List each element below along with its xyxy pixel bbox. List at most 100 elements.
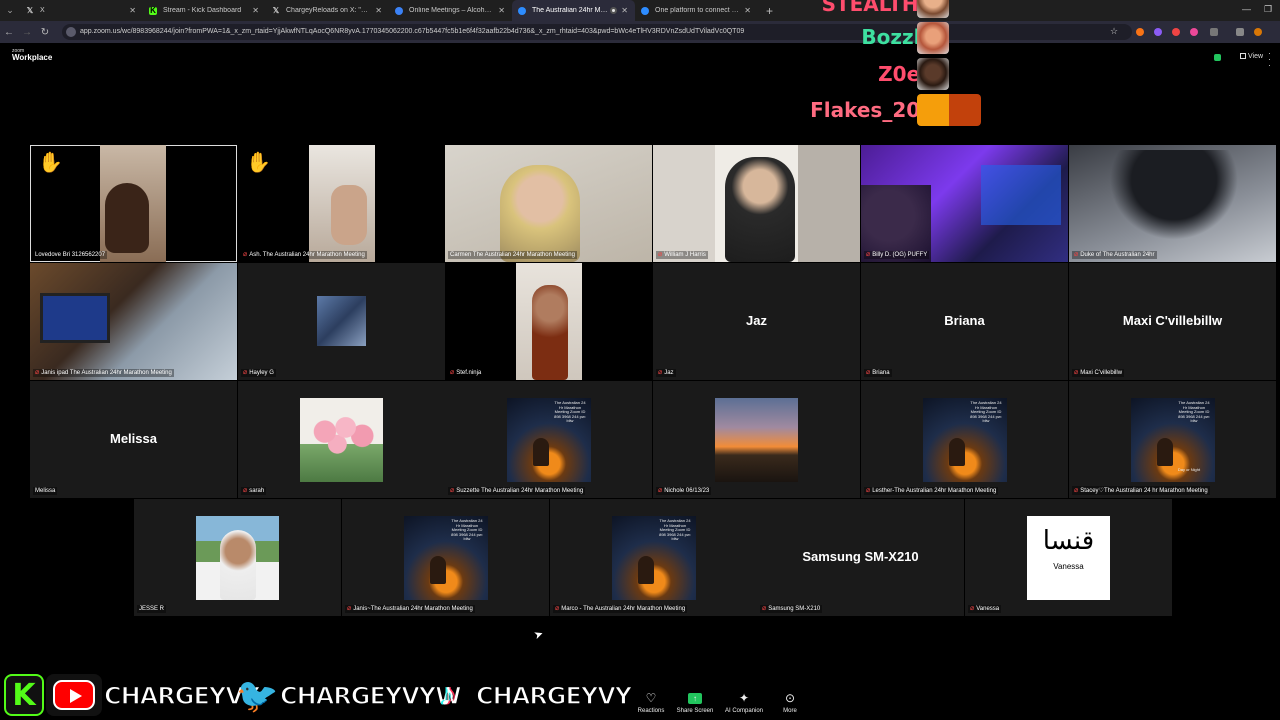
poster-text: The Australian 24 Hr Marathon Meeting Zo… <box>554 400 586 423</box>
participant-tile[interactable]: The Australian 24 Hr Marathon Meeting Zo… <box>861 381 1068 498</box>
participant-display-name: Samsung SM-X210 <box>802 549 919 564</box>
url-field[interactable]: app.zoom.us/wc/8983968244/join?fromPWA=1… <box>62 24 1132 40</box>
participant-tile[interactable]: ⌀ Nichole 06/13/23 <box>653 381 860 498</box>
browser-tab[interactable]: One platform to connect | Zoo ✕ <box>635 0 758 21</box>
participant-name: ⌀ Jaz <box>656 369 676 377</box>
back-icon[interactable]: ← <box>0 27 18 38</box>
chat-avatar <box>917 22 949 54</box>
muted-mic-icon: ⌀ <box>762 605 767 612</box>
more-button[interactable]: ⊙ More <box>767 692 813 715</box>
reactions-button[interactable]: ♡ Reactions <box>628 692 674 715</box>
participant-tile[interactable]: Samsung SM-X210 ⌀ Samsung SM-X210 <box>757 499 964 616</box>
extension-icon[interactable] <box>1172 28 1180 36</box>
meeting-poster-avatar: The Australian 24 Hr Marathon Meeting Zo… <box>1131 398 1215 482</box>
participant-tile[interactable]: Melissa Melissa <box>30 381 237 498</box>
participant-name: ⌀ Suzzette The Australian 24hr Marathon M… <box>448 487 586 495</box>
close-tab-icon[interactable]: ✕ <box>744 6 751 15</box>
participant-tile[interactable]: The Australian 24 Hr Marathon Meeting Zo… <box>1069 381 1276 498</box>
participant-name: ⌀ Briana <box>864 369 892 377</box>
raised-hand-icon: ✋ <box>38 152 63 174</box>
participant-name-text: Marco - The Australian 24hr Marathon Mee… <box>561 606 686 612</box>
participant-name-text: Vanessa <box>976 606 1000 612</box>
participant-tile[interactable]: The Australian 24 Hr Marathon Meeting Zo… <box>342 499 549 616</box>
participant-name: ⌀ Samsung SM-X210 <box>760 605 823 613</box>
participant-name-text: William J Harris <box>664 252 706 258</box>
youtube-logo-icon <box>46 674 102 716</box>
kick-logo-icon: K <box>4 674 44 716</box>
participant-tile[interactable]: ⌀ Billy D. (OG) PUFFY <box>861 145 1068 262</box>
tv-in-video <box>40 293 110 343</box>
participant-name: ⌀ Janis~The Australian 24hr Marathon Meet… <box>345 605 475 613</box>
background-window <box>981 165 1061 225</box>
muted-mic-icon: ⌀ <box>658 251 663 258</box>
participant-name: ⌀ Billy D. (OG) PUFFY <box>864 251 930 259</box>
bookmark-star-icon[interactable]: ☆ <box>1110 26 1118 36</box>
participant-name: ⌀ Ash. The Australian 24hr Marathon Meeti… <box>241 251 367 259</box>
participant-tile[interactable]: ⌀ Stef.ninja <box>445 263 652 380</box>
participant-tile[interactable]: The Australian 24 Hr Marathon Meeting Zo… <box>445 381 652 498</box>
close-tab-icon[interactable]: ✕ <box>252 6 259 15</box>
browser-tab[interactable]: 𝕏 X ✕ <box>20 0 143 21</box>
participant-face <box>220 530 256 600</box>
new-tab-icon[interactable]: + <box>766 4 773 18</box>
tab-title: One platform to connect | Zoo <box>655 7 739 14</box>
social-handle: CHARGEYVYW <box>279 681 462 711</box>
participant-tile[interactable]: ⌀ sarah <box>238 381 445 498</box>
extension-icon[interactable] <box>1154 28 1162 36</box>
recording-indicator-icon <box>610 7 617 14</box>
participant-tile[interactable]: قنسا Vanessa ⌀ Vanessa <box>965 499 1172 616</box>
browser-tab[interactable]: 𝕏 ChargeyReloads on X: "First Bu ✕ <box>266 0 389 21</box>
participant-tile[interactable]: ⌀ William J Harris <box>653 145 860 262</box>
restore-icon[interactable]: ❐ <box>1264 4 1272 15</box>
participant-tile[interactable]: Carmen The Australian 24hr Marathon Meet… <box>445 145 652 262</box>
participant-video <box>725 157 795 262</box>
more-options-icon[interactable]: · · · <box>1268 49 1271 70</box>
poster-text: The Australian 24 Hr Marathon Meeting Zo… <box>1178 400 1210 423</box>
download-icon[interactable] <box>1236 28 1244 36</box>
tab-search-chevron-icon[interactable]: ⌄ <box>0 0 20 21</box>
participant-tile[interactable]: JESSE R <box>134 499 341 616</box>
participant-tile[interactable]: ⌀ Hayley G <box>238 263 445 380</box>
meeting-poster-avatar: The Australian 24 Hr Marathon Meeting Zo… <box>612 516 696 600</box>
participant-tile[interactable]: ✋ ⌀ Ash. The Australian 24hr Marathon Mee… <box>238 145 445 262</box>
security-shield-icon[interactable] <box>1214 54 1221 61</box>
view-button[interactable]: View <box>1240 53 1263 60</box>
participant-tile[interactable]: The Australian 24 Hr Marathon Meeting Zo… <box>550 499 757 616</box>
participant-tile[interactable]: ✋ Lovedove Bri 3126562207 <box>30 145 237 262</box>
participant-tile[interactable]: ⌀ Duke of The Australian 24hr <box>1069 145 1276 262</box>
meeting-poster-avatar: The Australian 24 Hr Marathon Meeting Zo… <box>404 516 488 600</box>
muted-mic-icon: ⌀ <box>1074 486 1079 494</box>
close-tab-icon[interactable]: ✕ <box>498 6 505 15</box>
profile-avatar-icon[interactable] <box>1254 28 1262 36</box>
url-text: app.zoom.us/wc/8983968244/join?fromPWA=1… <box>80 28 745 35</box>
participant-tile[interactable]: ⌀ Janis ipad The Australian 24hr Marathon… <box>30 263 237 380</box>
tab-title: The Australian 24hr Marat <box>532 7 608 14</box>
share-screen-button[interactable]: ↑ Share Screen <box>672 692 718 714</box>
extension-icon[interactable] <box>1136 28 1144 36</box>
tab-title: Stream - Kick Dashboard <box>163 7 242 14</box>
muted-mic-icon: ⌀ <box>243 487 248 494</box>
ai-companion-button[interactable]: ✦ AI Companion <box>721 692 767 715</box>
participant-display-name: Jaz <box>746 313 767 328</box>
browser-tab[interactable]: Online Meetings – Alcoholics A ✕ <box>389 0 512 21</box>
forward-icon[interactable]: → <box>18 27 36 38</box>
close-tab-icon[interactable]: ✕ <box>621 6 628 15</box>
close-tab-icon[interactable]: ✕ <box>129 6 136 15</box>
extensions-puzzle-icon[interactable] <box>1210 28 1218 36</box>
zoom-workplace-logo: zoom Workplace <box>12 49 52 62</box>
muted-mic-icon: ⌀ <box>866 487 871 494</box>
toolbar-label: More <box>783 708 797 714</box>
poster-figure <box>1157 438 1173 466</box>
muted-mic-icon: ⌀ <box>866 251 871 258</box>
reload-icon[interactable]: ↻ <box>36 27 54 38</box>
browser-tab-active[interactable]: The Australian 24hr Marat ✕ <box>512 0 635 21</box>
site-info-icon[interactable] <box>66 27 76 37</box>
browser-tab[interactable]: K Stream - Kick Dashboard ✕ <box>143 0 266 21</box>
close-tab-icon[interactable]: ✕ <box>375 6 382 15</box>
tiktok-logo-icon: ♪ <box>440 676 456 712</box>
minimize-icon[interactable]: — <box>1242 4 1251 14</box>
participant-tile[interactable]: Briana ⌀ Briana <box>861 263 1068 380</box>
participant-tile[interactable]: Maxi C'villebillw ⌀ Maxi C'villebillw <box>1069 263 1276 380</box>
participant-tile[interactable]: Jaz ⌀ Jaz <box>653 263 860 380</box>
extension-icon[interactable] <box>1190 28 1198 36</box>
